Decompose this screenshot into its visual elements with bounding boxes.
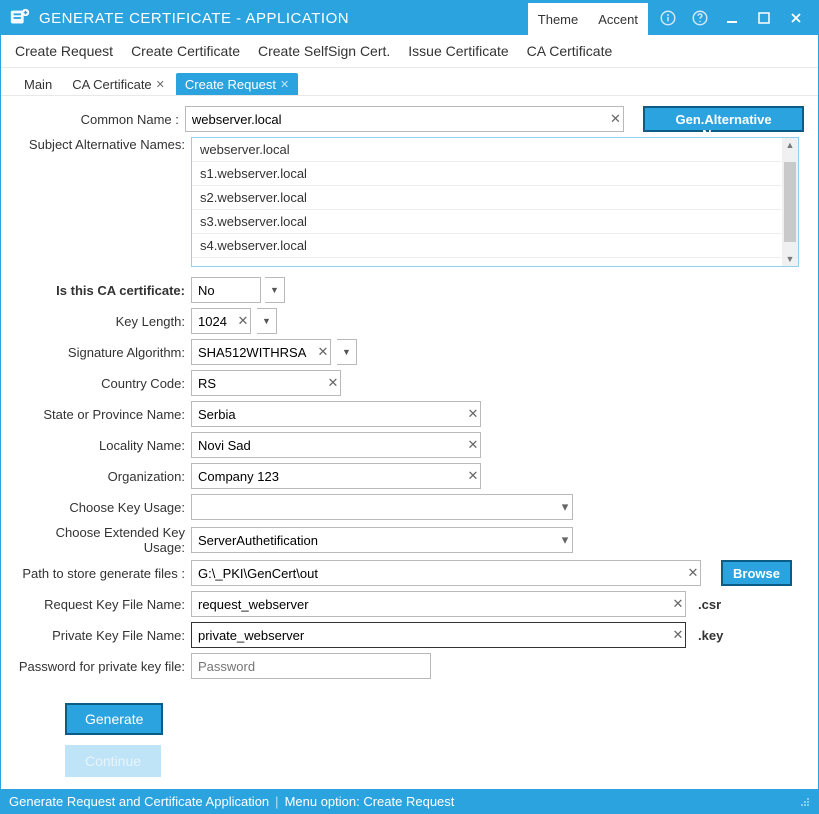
path-input[interactable] (191, 560, 701, 586)
clear-icon[interactable]: ✕ (606, 106, 625, 132)
common-name-label: Common Name : (15, 112, 185, 127)
form-content: Common Name : ✕ Gen.Alternative Names Su… (1, 96, 818, 789)
scroll-thumb[interactable] (784, 162, 796, 242)
tab-close-icon[interactable]: ✕ (280, 78, 289, 91)
country-input[interactable] (191, 370, 341, 396)
password-label: Password for private key file: (15, 659, 191, 674)
clear-icon[interactable]: ✕ (463, 432, 483, 458)
titlebar: GENERATE CERTIFICATE - APPLICATION Theme… (1, 1, 818, 35)
chevron-down-icon[interactable]: ▼ (337, 339, 357, 365)
country-label: Country Code: (15, 376, 191, 391)
req-file-input[interactable] (191, 591, 686, 617)
org-input[interactable] (191, 463, 481, 489)
help-icon[interactable] (686, 5, 714, 31)
list-item[interactable]: s3.webserver.local (192, 210, 798, 234)
menu-create-certificate[interactable]: Create Certificate (131, 43, 240, 59)
list-item[interactable]: s1.webserver.local (192, 162, 798, 186)
menubar: Create Request Create Certificate Create… (1, 35, 818, 68)
tab-label: Main (24, 77, 52, 92)
clear-icon[interactable]: ✕ (463, 401, 483, 427)
window-controls (654, 5, 810, 31)
priv-file-label: Private Key File Name: (15, 628, 191, 643)
clear-icon[interactable]: ✕ (683, 560, 703, 586)
minimize-icon[interactable] (718, 5, 746, 31)
menu-create-request[interactable]: Create Request (15, 43, 113, 59)
key-usage-label: Choose Key Usage: (15, 500, 191, 515)
status-right: Menu option: Create Request (285, 794, 455, 809)
chevron-down-icon[interactable]: ▼ (265, 277, 285, 303)
san-label: Subject Alternative Names: (15, 137, 191, 152)
menu-ca-certificate[interactable]: CA Certificate (527, 43, 613, 59)
close-icon[interactable] (782, 5, 810, 31)
list-item[interactable]: s2.webserver.local (192, 186, 798, 210)
clear-icon[interactable]: ✕ (313, 339, 333, 365)
list-item[interactable]: s4.webserver.local (192, 234, 798, 258)
key-usage-select[interactable] (191, 494, 573, 520)
window-title: GENERATE CERTIFICATE - APPLICATION (39, 10, 349, 27)
state-label: State or Province Name: (15, 407, 191, 422)
sig-alg-label: Signature Algorithm: (15, 345, 191, 360)
common-name-input[interactable] (185, 106, 624, 132)
key-suffix: .key (698, 628, 723, 643)
password-input[interactable] (191, 653, 431, 679)
browse-button[interactable]: Browse (721, 560, 792, 586)
status-separator: | (275, 794, 278, 809)
chevron-down-icon[interactable]: ▾ (555, 527, 575, 553)
gen-alt-names-button[interactable]: Gen.Alternative Names (643, 106, 804, 132)
priv-file-input[interactable] (191, 622, 686, 648)
maximize-icon[interactable] (750, 5, 778, 31)
statusbar: Generate Request and Certificate Applica… (1, 789, 818, 813)
info-icon[interactable] (654, 5, 682, 31)
path-label: Path to store generate files : (15, 566, 191, 581)
tab-label: CA Certificate (72, 77, 151, 92)
resize-grip-icon[interactable] (798, 795, 810, 807)
req-file-label: Request Key File Name: (15, 597, 191, 612)
scroll-up-icon[interactable]: ▲ (782, 138, 798, 152)
chevron-down-icon[interactable]: ▾ (555, 494, 575, 520)
clear-icon[interactable]: ✕ (668, 622, 688, 648)
menu-create-selfsign[interactable]: Create SelfSign Cert. (258, 43, 390, 59)
org-label: Organization: (15, 469, 191, 484)
menu-issue-certificate[interactable]: Issue Certificate (408, 43, 508, 59)
tab-close-icon[interactable]: ✕ (156, 78, 165, 91)
clear-icon[interactable]: ✕ (668, 591, 688, 617)
list-item[interactable]: webserver.local (192, 138, 798, 162)
scroll-down-icon[interactable]: ▼ (782, 252, 798, 266)
status-left: Generate Request and Certificate Applica… (9, 794, 269, 809)
accent-menu-item[interactable]: Accent (588, 12, 648, 27)
app-icon (9, 7, 31, 29)
is-ca-label: Is this CA certificate: (15, 283, 191, 298)
clear-icon[interactable]: ✕ (323, 370, 343, 396)
tab-label: Create Request (185, 77, 276, 92)
key-length-label: Key Length: (15, 314, 191, 329)
theme-accent-group: Theme Accent (528, 1, 648, 35)
scrollbar[interactable]: ▲ ▼ (782, 138, 798, 266)
generate-button[interactable]: Generate (65, 703, 163, 735)
sig-alg-select[interactable] (191, 339, 331, 365)
tabbar: Main CA Certificate ✕ Create Request ✕ (1, 68, 818, 96)
continue-button: Continue (65, 745, 161, 777)
state-input[interactable] (191, 401, 481, 427)
clear-icon[interactable]: ✕ (233, 308, 253, 334)
clear-icon[interactable]: ✕ (463, 463, 483, 489)
chevron-down-icon[interactable]: ▼ (257, 308, 277, 334)
locality-label: Locality Name: (15, 438, 191, 453)
csr-suffix: .csr (698, 597, 721, 612)
tab-main[interactable]: Main (15, 73, 61, 95)
locality-input[interactable] (191, 432, 481, 458)
ext-key-usage-select[interactable] (191, 527, 573, 553)
theme-menu-item[interactable]: Theme (528, 12, 588, 27)
tab-create-request[interactable]: Create Request ✕ (176, 73, 298, 95)
tab-ca-certificate[interactable]: CA Certificate ✕ (63, 73, 174, 95)
ext-key-usage-label: Choose Extended Key Usage: (15, 525, 191, 555)
is-ca-select[interactable] (191, 277, 261, 303)
san-listbox[interactable]: webserver.local s1.webserver.local s2.we… (191, 137, 799, 267)
